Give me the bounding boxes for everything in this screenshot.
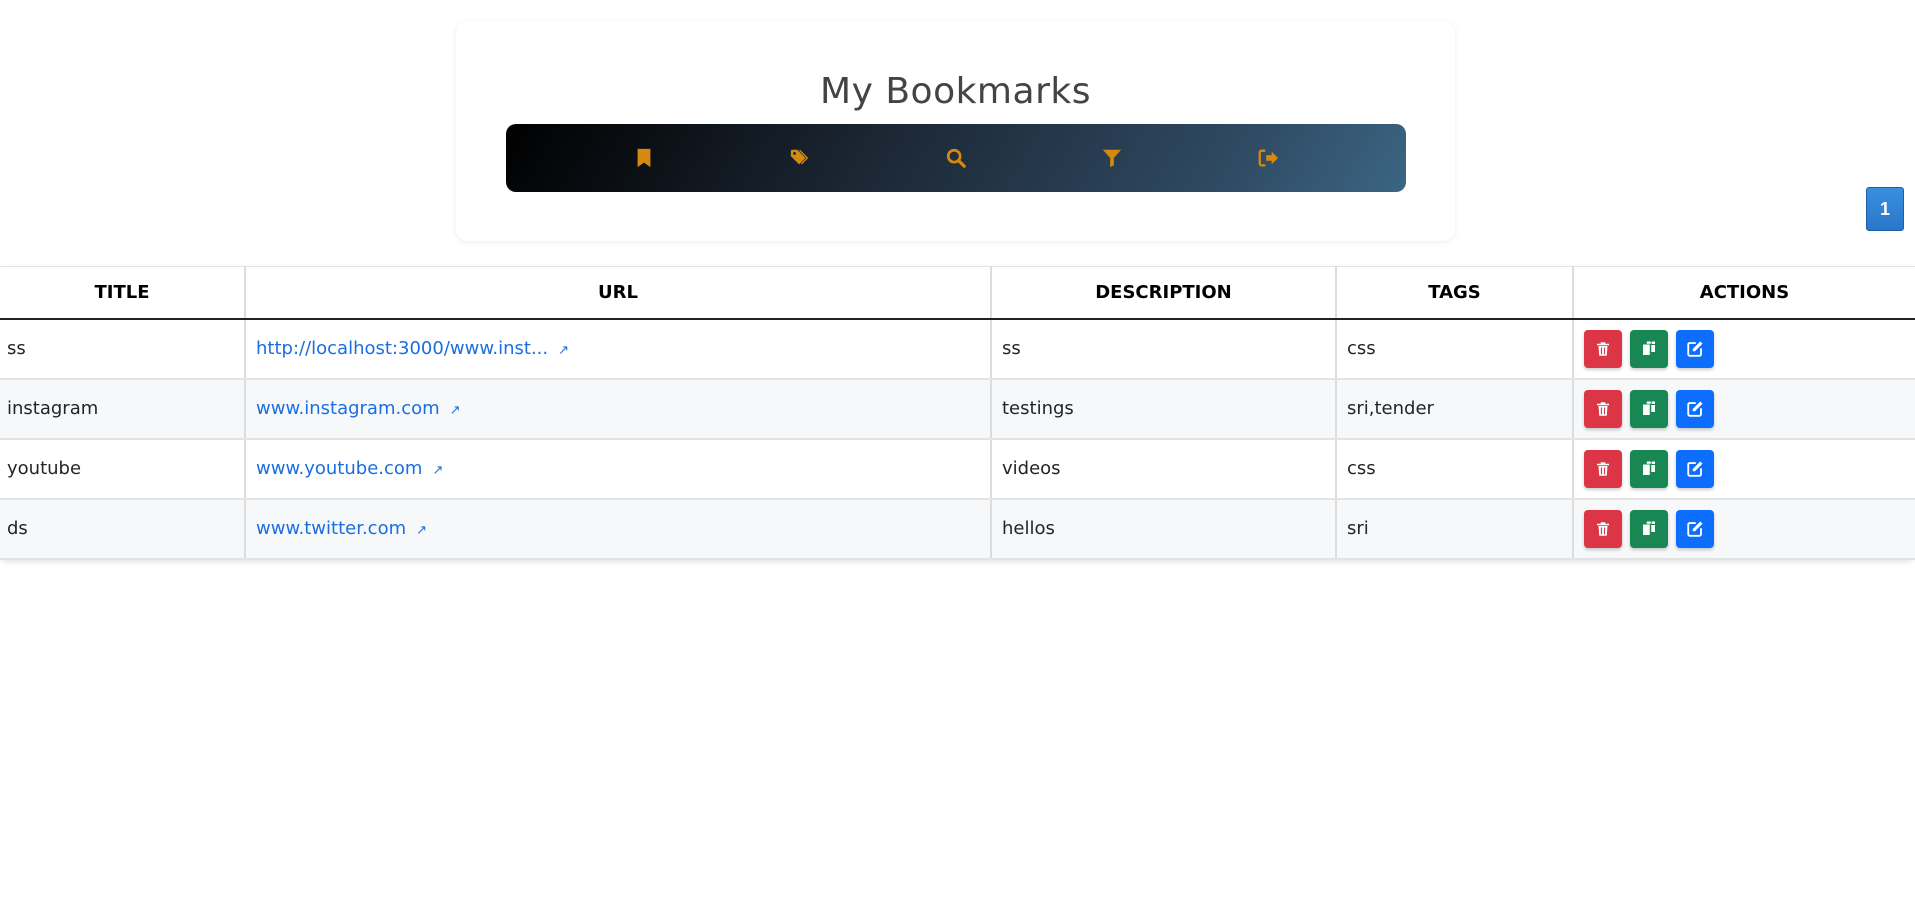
url-link[interactable]: www.instagram.com [256,398,440,419]
page-title: My Bookmarks [820,71,1091,112]
cell-tags: sri [1336,498,1574,560]
header-card: My Bookmarks [456,21,1455,241]
trash-icon [1597,521,1609,536]
cell-title: ds [0,498,246,560]
copy-button[interactable] [1630,389,1668,428]
external-link-icon[interactable]: ↗ [432,463,443,478]
cell-url: www.youtube.com ↗ [245,438,992,500]
delete-button[interactable] [1584,509,1622,548]
delete-button[interactable] [1584,329,1622,368]
nav-search-button[interactable] [936,138,976,178]
copy-button[interactable] [1630,449,1668,488]
url-link[interactable]: www.twitter.com [256,518,406,539]
cell-url: www.twitter.com ↗ [245,498,992,560]
table-row: youtube www.youtube.com ↗ videos css [0,438,1915,500]
row-actions [1584,329,1905,368]
cell-tags: css [1336,438,1574,500]
cell-actions [1573,378,1915,440]
edit-icon [1687,461,1703,477]
cell-title: ss [0,318,246,380]
nav-tags-button[interactable] [780,138,820,178]
cell-description: ss [991,318,1337,380]
trash-icon [1597,461,1609,476]
column-header-actions: ACTIONS [1573,266,1915,320]
cell-tags: css [1336,318,1574,380]
edit-button[interactable] [1676,509,1714,548]
nav-filter-button[interactable] [1092,138,1132,178]
cell-title: youtube [0,438,246,500]
table-row: instagram www.instagram.com ↗ testings sri,t… [0,378,1915,440]
edit-icon [1687,341,1703,357]
edit-button[interactable] [1676,329,1714,368]
filter-icon [1102,149,1122,168]
logout-icon [1258,149,1279,167]
copy-icon [1643,401,1655,415]
table-header-row: TITLE URL DESCRIPTION TAGS ACTIONS [0,266,1915,320]
cell-actions [1573,318,1915,380]
external-link-icon[interactable]: ↗ [558,343,569,358]
copy-icon [1643,461,1655,475]
url-link[interactable]: www.youtube.com [256,458,422,479]
cell-description: testings [991,378,1337,440]
navbar [506,124,1406,192]
cell-tags: sri,tender [1336,378,1574,440]
cell-url: www.instagram.com ↗ [245,378,992,440]
nav-bookmarks-button[interactable] [624,138,664,178]
cell-actions [1573,438,1915,500]
column-header-description: DESCRIPTION [991,266,1337,320]
row-actions [1584,389,1905,428]
column-header-url: URL [245,266,992,320]
edit-icon [1687,401,1703,417]
trash-icon [1597,401,1609,416]
column-header-title: TITLE [0,266,246,320]
cell-description: hellos [991,498,1337,560]
copy-button[interactable] [1630,329,1668,368]
delete-button[interactable] [1584,449,1622,488]
search-icon [946,148,966,168]
trash-icon [1597,341,1609,356]
delete-button[interactable] [1584,389,1622,428]
copy-button[interactable] [1630,509,1668,548]
bookmark-icon [637,148,651,168]
pagination-page-button[interactable]: 1 [1866,187,1904,231]
cell-url: http://localhost:3000/www.inst... ↗ [245,318,992,380]
copy-icon [1643,521,1655,535]
nav-logout-button[interactable] [1248,138,1288,178]
tags-icon [790,149,809,165]
row-actions [1584,509,1905,548]
cell-description: videos [991,438,1337,500]
row-actions [1584,449,1905,488]
column-header-tags: TAGS [1336,266,1574,320]
external-link-icon[interactable]: ↗ [450,403,461,418]
copy-icon [1643,341,1655,355]
external-link-icon[interactable]: ↗ [416,523,427,538]
edit-button[interactable] [1676,449,1714,488]
cell-actions [1573,498,1915,560]
cell-title: instagram [0,378,246,440]
table-row: ds www.twitter.com ↗ hellos sri [0,498,1915,560]
edit-icon [1687,521,1703,537]
table-row: ss http://localhost:3000/www.inst... ↗ ss cs… [0,318,1915,380]
bookmarks-table: TITLE URL DESCRIPTION TAGS ACTIONS ss htt… [0,266,1915,560]
url-link[interactable]: http://localhost:3000/www.inst... [256,338,548,359]
edit-button[interactable] [1676,389,1714,428]
